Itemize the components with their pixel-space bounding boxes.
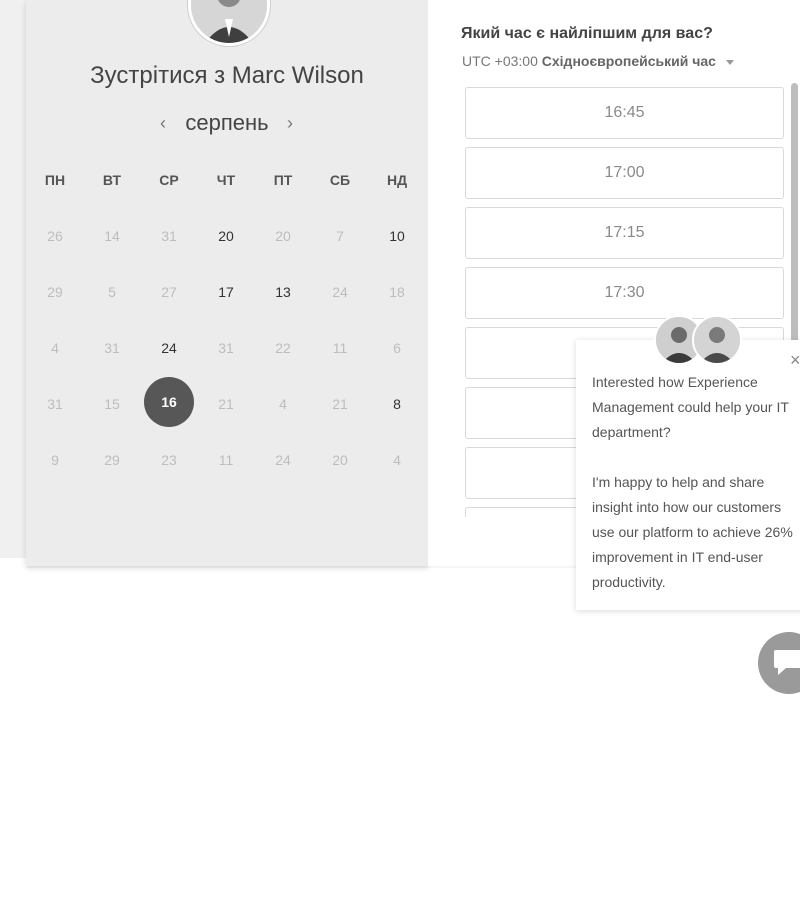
chat-launcher-button[interactable]: [758, 632, 800, 694]
time-slot-button[interactable]: 16:45: [465, 87, 784, 139]
calendar-day[interactable]: 17: [198, 277, 254, 307]
calendar-day: 21: [218, 396, 234, 412]
calendar-day: 24: [275, 452, 291, 468]
calendar-day: 4: [393, 452, 401, 468]
current-month-label: серпень: [185, 110, 269, 135]
weekday-label: СР: [159, 172, 179, 188]
calendar-day: 11: [332, 340, 348, 356]
timezone-name: Східноєвропейський час: [541, 53, 716, 69]
page-background-left: [0, 0, 26, 558]
calendar-day: 23: [161, 452, 177, 468]
calendar-day: 31: [104, 340, 120, 356]
weekday-label: ЧТ: [216, 172, 236, 188]
calendar-day: 6: [393, 340, 401, 356]
calendar-day: 9: [51, 452, 59, 468]
chat-message-popup: Interested how Experience Management cou…: [576, 340, 800, 610]
calendar-day: 31: [161, 228, 177, 244]
weekday-label: ПН: [44, 172, 66, 188]
chat-message-text: Interested how Experience Management cou…: [592, 370, 800, 595]
calendar-day[interactable]: 20: [198, 221, 254, 251]
calendar-day: 20: [332, 452, 348, 468]
calendar-day-selected[interactable]: 16: [144, 377, 194, 427]
calendar-day: 18: [389, 284, 405, 300]
meeting-title: Зустрітися з Marc Wilson: [90, 62, 364, 89]
chat-close-icon[interactable]: ×: [790, 350, 800, 370]
weekday-label: ВТ: [102, 172, 122, 188]
calendar-day: 4: [279, 396, 287, 412]
calendar-day: 27: [161, 284, 177, 300]
calendar-day: 22: [275, 340, 291, 356]
time-slot-button[interactable]: 17:15: [465, 207, 784, 259]
calendar-day: 5: [108, 284, 116, 300]
next-month-chevron-icon[interactable]: ›: [280, 112, 300, 136]
calendar-day[interactable]: 10: [369, 221, 425, 251]
chat-message-paragraph-2: I'm happy to help and share insight into…: [592, 474, 793, 590]
time-slot-button[interactable]: 17:00: [465, 147, 784, 199]
month-navigator: ‹ серпень ›: [26, 110, 428, 140]
timezone-selector[interactable]: UTC +03:00 Східноєвропейський час: [462, 53, 734, 69]
caret-down-icon: [725, 59, 734, 65]
calendar-day: 29: [104, 452, 120, 468]
calendar-day: 31: [218, 340, 234, 356]
calendar-day: 21: [332, 396, 348, 412]
time-list-scrollbar[interactable]: [791, 83, 798, 343]
weekday-label: СБ: [329, 172, 351, 188]
time-question: Який час є найліпшим для вас?: [461, 25, 713, 42]
calendar-day: 24: [332, 284, 348, 300]
chat-agent-avatar: [692, 315, 742, 365]
time-slot-button[interactable]: 17:30: [465, 267, 784, 319]
chat-agent-avatars: [654, 315, 744, 367]
chat-bubble-icon: [774, 650, 800, 675]
chat-message-paragraph-1: Interested how Experience Management cou…: [592, 374, 789, 440]
calendar-day: 20: [275, 228, 291, 244]
calendar-day: 4: [51, 340, 59, 356]
weekday-label: НД: [386, 172, 408, 188]
weekday-label: ПТ: [273, 172, 293, 188]
timezone-offset: UTC +03:00: [462, 53, 538, 69]
weekday-header-row: ПН ВТ СР ЧТ ПТ СБ НД: [27, 172, 427, 192]
calendar-day: 31: [47, 396, 63, 412]
calendar-day: 11: [218, 452, 234, 468]
calendar-day[interactable]: 24: [141, 333, 197, 363]
calendar-day[interactable]: 8: [369, 389, 425, 419]
calendar-day: 7: [336, 228, 344, 244]
calendar-day: 29: [47, 284, 63, 300]
calendar-day: 15: [104, 396, 120, 412]
calendar-day: 14: [104, 228, 120, 244]
calendar-day[interactable]: 13: [255, 277, 311, 307]
calendar-day: 26: [47, 228, 63, 244]
